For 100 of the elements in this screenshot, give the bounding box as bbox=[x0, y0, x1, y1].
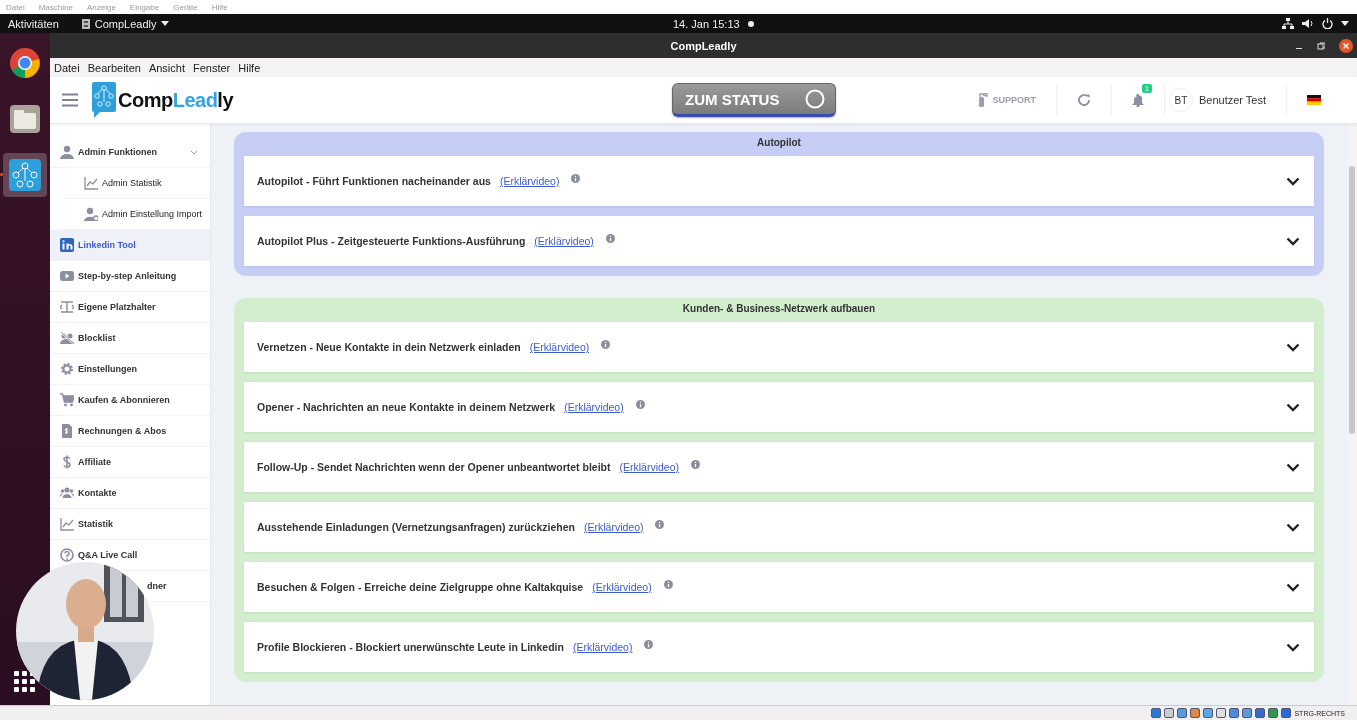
row-title: Vernetzen - Neue Kontakte in dein Netzwerk einladen bbox=[257, 341, 521, 353]
scrollbar-thumb[interactable] bbox=[1349, 166, 1355, 434]
menu-icon[interactable] bbox=[62, 93, 78, 107]
info-icon bbox=[635, 399, 645, 409]
clock[interactable]: 14. Jan 15:13 bbox=[673, 17, 740, 30]
app-grid-icon[interactable] bbox=[14, 671, 36, 693]
network-icon bbox=[1282, 18, 1294, 29]
chevron-down-icon[interactable] bbox=[1286, 642, 1300, 652]
device-icon bbox=[1151, 708, 1162, 718]
device-icon bbox=[1255, 708, 1266, 718]
row-title: Profile Blockieren - Blockiert unerwünschte Leute in Linkedin bbox=[257, 641, 564, 653]
settings-icon bbox=[60, 362, 74, 376]
invoice-icon bbox=[60, 424, 74, 438]
sidebar-item[interactable]: Kontakte bbox=[50, 478, 210, 509]
sidebar-item[interactable]: Rechnungen & Abos bbox=[50, 416, 210, 447]
user-name[interactable]: Benutzer Test bbox=[1198, 94, 1266, 106]
people-icon bbox=[60, 486, 74, 500]
chevron-down-icon[interactable] bbox=[1286, 582, 1300, 592]
menu-item[interactable]: Ansicht bbox=[148, 61, 185, 74]
info-icon bbox=[655, 519, 665, 529]
video-link[interactable]: (Erklärvideo) bbox=[583, 521, 644, 533]
refresh-icon[interactable] bbox=[1076, 93, 1091, 107]
dollar-icon bbox=[60, 455, 74, 469]
panel-title: Autopilot bbox=[757, 137, 801, 148]
accordion-row[interactable]: Autopilot - Führt Funktionen nacheinander aus (Erklärvideo) bbox=[244, 156, 1314, 206]
device-icon bbox=[1177, 708, 1188, 718]
video-link[interactable]: (Erklärvideo) bbox=[534, 235, 594, 247]
browser-icon[interactable] bbox=[9, 47, 41, 79]
sidebar-item[interactable]: dner bbox=[147, 581, 167, 591]
video-link[interactable]: (Erklärvideo) bbox=[592, 581, 652, 593]
info-icon bbox=[601, 339, 611, 349]
cart-icon bbox=[60, 393, 74, 407]
chevron-down-icon[interactable] bbox=[1286, 342, 1300, 352]
sidebar-item[interactable]: Admin Funktionen bbox=[50, 137, 210, 168]
person-icon bbox=[60, 145, 74, 159]
info-icon bbox=[605, 233, 615, 243]
chevron-down-icon[interactable] bbox=[1286, 176, 1300, 186]
extinguisher-icon bbox=[976, 93, 989, 107]
blocked-users-icon bbox=[60, 331, 74, 345]
sidebar-item[interactable]: Step-by-step Anleitung bbox=[50, 261, 210, 292]
device-icon bbox=[1190, 708, 1201, 718]
circle-icon bbox=[805, 89, 826, 109]
activities-button[interactable]: Aktivitäten bbox=[0, 17, 67, 30]
bell-icon[interactable] bbox=[1131, 93, 1144, 107]
sidebar-item[interactable]: Kaufen & Abonnieren bbox=[50, 385, 210, 416]
menu-item[interactable]: Fenster bbox=[193, 61, 231, 74]
accordion-row[interactable]: Follow-Up - Sendet Nachrichten wenn der Opener unbeantwortet bleibt (Erklärvideo) bbox=[244, 442, 1314, 492]
device-icon bbox=[1242, 708, 1253, 718]
accordion-row[interactable]: Autopilot Plus - Zeitgesteuerte Funktions-Ausführung (Erklärvideo) bbox=[244, 216, 1314, 266]
row-title: Opener - Nachrichten an neue Kontakte in deinem Netzwerk bbox=[257, 401, 556, 413]
info-icon bbox=[571, 173, 581, 183]
volume-icon bbox=[1302, 18, 1314, 29]
video-link[interactable]: (Erklärvideo) bbox=[572, 641, 633, 653]
video-icon bbox=[60, 269, 74, 283]
menu-item[interactable]: Hilfe bbox=[238, 61, 261, 74]
device-icon bbox=[1268, 708, 1279, 718]
video-link[interactable]: (Erklärvideo) bbox=[564, 401, 624, 413]
power-icon bbox=[1322, 18, 1333, 29]
app-icon bbox=[80, 17, 91, 30]
accordion-row[interactable]: Besuchen & Folgen - Erreiche deine Zielgruppe ohne Kaltakquise (Erklärvideo) bbox=[244, 562, 1314, 612]
sidebar-item[interactable]: Einstellungen bbox=[50, 354, 210, 385]
sidebar-item[interactable]: Statistik bbox=[50, 509, 210, 540]
window-title: CompLeadly bbox=[670, 39, 737, 52]
sidebar-item[interactable]: Affiliate bbox=[50, 447, 210, 478]
sidebar-item[interactable]: Admin Statistik bbox=[62, 168, 210, 199]
chart-icon bbox=[60, 517, 74, 531]
row-title: Ausstehende Einladungen (Vernetzungsanfragen) zurückziehen bbox=[257, 521, 575, 533]
info-icon bbox=[644, 639, 654, 649]
chevron-down-icon[interactable] bbox=[1286, 522, 1300, 532]
question-icon bbox=[60, 548, 74, 562]
video-link[interactable]: (Erklärvideo) bbox=[499, 175, 560, 187]
info-icon bbox=[663, 579, 673, 589]
accordion-row[interactable]: Vernetzen - Neue Kontakte in dein Netzwerk einladen (Erklärvideo) bbox=[244, 322, 1314, 372]
row-title: Autopilot - Führt Funktionen nacheinander aus bbox=[257, 175, 491, 187]
sidebar-item[interactable]: Linkedin Tool bbox=[50, 230, 210, 261]
caret-icon bbox=[1341, 21, 1349, 26]
close-icon[interactable] bbox=[1339, 38, 1353, 53]
sidebar-item[interactable]: Eigene Platzhalter bbox=[50, 292, 210, 323]
text-resize-icon bbox=[60, 300, 74, 314]
accordion-row[interactable]: Opener - Nachrichten an neue Kontakte in deinem Netzwerk (Erklärvideo) bbox=[244, 382, 1314, 432]
video-link[interactable]: (Erklärvideo) bbox=[529, 341, 590, 353]
menu-item[interactable]: Bearbeiten bbox=[87, 61, 141, 74]
info-icon bbox=[691, 459, 701, 469]
accordion-row[interactable]: Profile Blockieren - Blockiert unerwünschte Leute in Linkedin (Erklärvideo) bbox=[244, 622, 1314, 672]
linkedin-icon bbox=[60, 238, 74, 252]
restore-icon[interactable] bbox=[1317, 41, 1325, 50]
video-link[interactable]: (Erklärvideo) bbox=[619, 461, 680, 473]
app-menu[interactable]: CompLeadly bbox=[94, 17, 157, 30]
flag-icon[interactable] bbox=[1307, 95, 1321, 105]
chevron-down-icon[interactable] bbox=[1286, 402, 1300, 412]
dot-icon bbox=[747, 20, 754, 27]
user-gear-icon bbox=[84, 207, 98, 221]
menu-item[interactable]: Datei bbox=[54, 61, 80, 74]
sidebar-item[interactable]: Blocklist bbox=[50, 323, 210, 354]
caret-icon bbox=[160, 21, 169, 26]
chevron-down-icon[interactable] bbox=[1286, 462, 1300, 472]
dock-item[interactable] bbox=[3, 153, 47, 197]
chart-icon bbox=[84, 176, 98, 190]
accordion-row[interactable]: Ausstehende Einladungen (Vernetzungsanfragen) zurückziehen (Erklärvideo) bbox=[244, 502, 1314, 552]
chevron-down-icon[interactable] bbox=[1286, 236, 1300, 246]
